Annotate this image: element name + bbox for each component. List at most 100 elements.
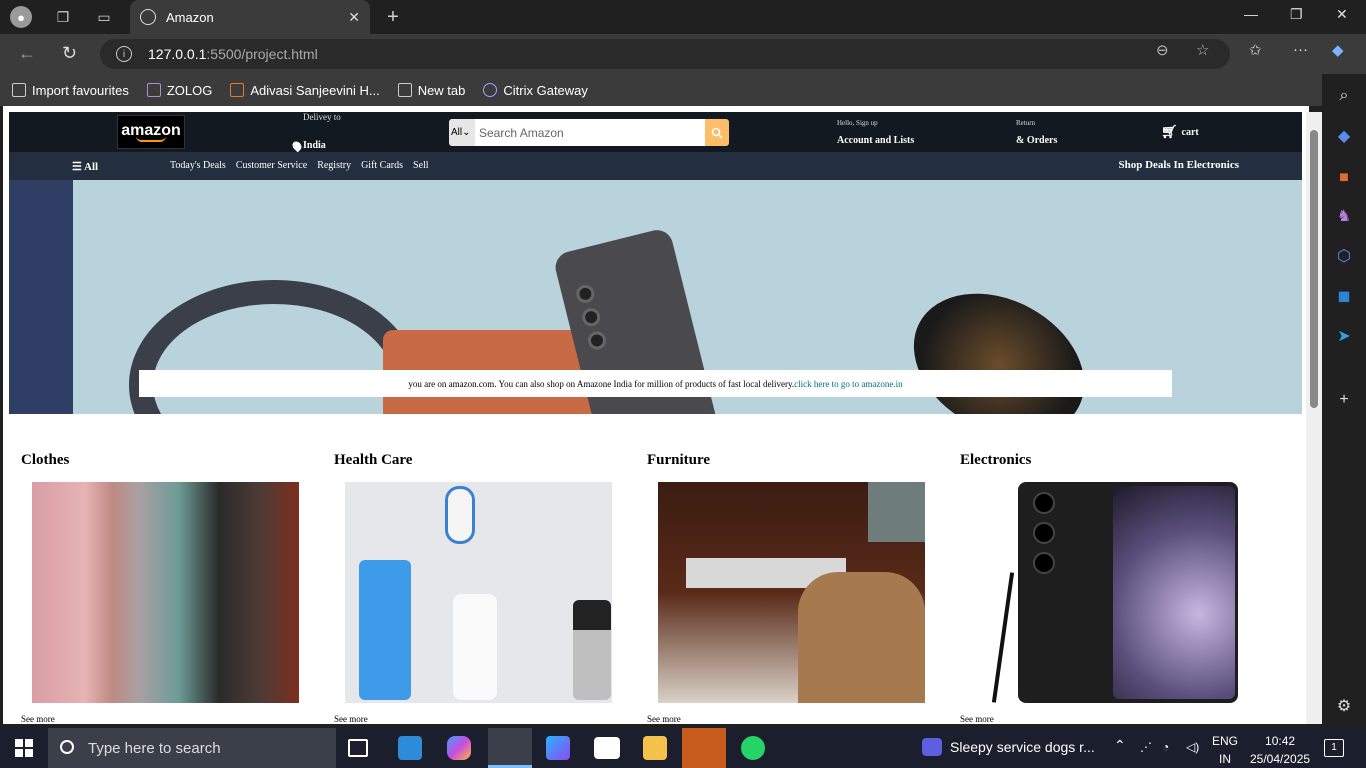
favourites-icon[interactable]: ✩: [1249, 41, 1262, 59]
see-more-link[interactable]: See more: [21, 714, 55, 724]
category-title: Clothes: [21, 452, 70, 468]
link-registry[interactable]: Registry: [317, 160, 351, 171]
all-menu-button[interactable]: ☰ All: [72, 160, 98, 173]
hero-side-strip: [9, 180, 73, 414]
shop-deals-link[interactable]: Shop Deals In Electronics: [1118, 159, 1239, 171]
link-sell[interactable]: Sell: [413, 160, 429, 171]
url-field[interactable]: i 127.0.0.1:5500/project.html: [100, 39, 1230, 69]
cart-button[interactable]: 🛒︎ cart: [1161, 124, 1199, 140]
settings-icon[interactable]: ⚙: [1334, 696, 1354, 716]
return-label: Return: [1016, 119, 1036, 127]
unstop-icon[interactable]: [594, 737, 620, 759]
phone-screen-shape: [1113, 486, 1235, 699]
profile-avatar[interactable]: ●: [10, 6, 32, 28]
notice-text: you are on amazon.com. You can also shop…: [408, 378, 795, 389]
more-menu-icon[interactable]: ···: [1293, 41, 1308, 58]
restore-button[interactable]: ❐: [1290, 6, 1303, 23]
see-more-link[interactable]: See more: [334, 714, 368, 724]
see-more-link[interactable]: See more: [960, 714, 994, 724]
close-tab-icon[interactable]: ✕: [348, 9, 360, 26]
volume-icon[interactable]: ◁): [1186, 740, 1199, 754]
file-explorer-icon[interactable]: [643, 736, 667, 760]
tools-icon[interactable]: ■: [1334, 168, 1354, 188]
clothes-image[interactable]: [32, 482, 299, 703]
browser-sidebar: ⌕ ◆ ■ ♞ ⬡ ◼ ➤ + ⚙: [1322, 74, 1366, 724]
electronics-image[interactable]: [971, 482, 1238, 703]
location-pin-icon: [290, 139, 304, 152]
language-indicator[interactable]: ENG IN: [1212, 734, 1238, 766]
tray-chevron-icon[interactable]: ⌃: [1114, 738, 1126, 752]
amazon-logo[interactable]: amazon: [117, 115, 185, 149]
copilot-sidebar-icon[interactable]: ⬡: [1334, 246, 1354, 266]
tab-amazon[interactable]: Amazon ✕: [130, 0, 370, 34]
tab-actions-icon[interactable]: ▭: [93, 6, 115, 28]
whatsapp-icon[interactable]: [741, 736, 765, 760]
clock-date: 25/04/2025: [1250, 752, 1311, 766]
furniture-image[interactable]: [658, 482, 925, 703]
site-info-icon[interactable]: i: [116, 46, 132, 62]
search-button[interactable]: [705, 119, 729, 146]
windows-start-icon[interactable]: [15, 739, 33, 757]
copilot-app-icon[interactable]: [447, 736, 471, 760]
link-todays-deals[interactable]: Today's Deals: [170, 160, 226, 171]
bookmark-adivasi[interactable]: Adivasi Sanjeevini H...: [230, 83, 380, 98]
category-card-electronics[interactable]: Electronics See more: [948, 424, 1248, 724]
workspaces-icon[interactable]: ❐: [52, 6, 74, 28]
camera-lens-icon: [586, 329, 608, 352]
refresh-button[interactable]: ↻: [62, 43, 77, 64]
shopping-tag-icon[interactable]: ◆: [1334, 126, 1354, 146]
page-viewport: amazon Delivey to India All ⌄ Search Amaz…: [3, 106, 1309, 724]
task-view-icon[interactable]: [348, 739, 368, 757]
minimize-button[interactable]: —: [1244, 6, 1258, 22]
edge-taskbar-icon[interactable]: [488, 728, 532, 768]
copilot-icon[interactable]: ◆: [1332, 41, 1344, 59]
wifi-icon[interactable]: ◔: [1162, 740, 1169, 754]
games-icon[interactable]: ♞: [1334, 206, 1354, 226]
account-menu[interactable]: Hello, Sign up Account and Lists: [837, 119, 914, 146]
zoom-icon[interactable]: ⊖: [1156, 41, 1169, 59]
category-title: Electronics: [960, 452, 1032, 468]
deliver-country[interactable]: India: [290, 139, 326, 152]
close-window-button[interactable]: ✕: [1336, 6, 1348, 23]
category-card-furniture[interactable]: Furniture See more: [635, 424, 935, 724]
add-icon[interactable]: +: [1334, 390, 1354, 410]
category-card-health-care[interactable]: Health Care See more: [322, 424, 622, 724]
search-category-select[interactable]: All ⌄: [449, 119, 475, 146]
notifications-icon[interactable]: 1: [1324, 739, 1344, 757]
network-icon[interactable]: ⋰: [1140, 740, 1152, 754]
m365-icon[interactable]: [546, 736, 570, 760]
now-playing-widget[interactable]: Sleepy service dogs r...: [922, 738, 1095, 756]
search-input[interactable]: Search Amazon: [475, 119, 705, 146]
new-tab-button[interactable]: +: [382, 6, 404, 28]
see-more-link[interactable]: See more: [647, 714, 681, 724]
logo-smile-icon: [136, 136, 166, 142]
shop-india-notice: you are on amazon.com. You can also shop…: [139, 370, 1172, 397]
returns-orders[interactable]: Return & Orders: [1016, 119, 1057, 146]
link-customer-service[interactable]: Customer Service: [236, 160, 307, 171]
photos-icon[interactable]: [682, 728, 726, 768]
hero-banner: you are on amazon.com. You can also shop…: [9, 180, 1302, 414]
favourite-star-icon[interactable]: ☆: [1196, 41, 1209, 59]
bookmark-zolog[interactable]: ZOLOG: [146, 83, 212, 98]
amazon-subnav: ☰ All Today's Deals Customer Service Reg…: [9, 152, 1302, 180]
taskbar-search[interactable]: Type here to search: [48, 728, 336, 768]
outlook-icon[interactable]: ◼: [1334, 286, 1354, 306]
send-icon[interactable]: ➤: [1334, 326, 1354, 346]
bookmark-import[interactable]: Import favourites: [12, 83, 129, 98]
camera-lens-icon: [580, 306, 603, 329]
clock[interactable]: 10:42 25/04/2025: [1250, 734, 1310, 766]
category-card-clothes[interactable]: Clothes See more: [9, 424, 309, 724]
bookmark-citrix[interactable]: Citrix Gateway: [483, 83, 588, 98]
bookmark-new-tab[interactable]: New tab: [397, 83, 465, 98]
link-gift-cards[interactable]: Gift Cards: [361, 160, 403, 171]
scrollbar-thumb[interactable]: [1310, 130, 1318, 408]
search-icon[interactable]: ⌕: [1334, 86, 1354, 106]
back-button[interactable]: ←: [18, 43, 36, 64]
amazon-india-link[interactable]: click here to go to amazone.in: [794, 379, 902, 389]
folder-icon: [12, 83, 26, 97]
vscode-icon[interactable]: [398, 736, 422, 760]
chair-shape: [798, 572, 925, 703]
page-scrollbar[interactable]: [1306, 112, 1322, 724]
category-title: Health Care: [334, 452, 413, 468]
health-care-image[interactable]: [345, 482, 612, 703]
